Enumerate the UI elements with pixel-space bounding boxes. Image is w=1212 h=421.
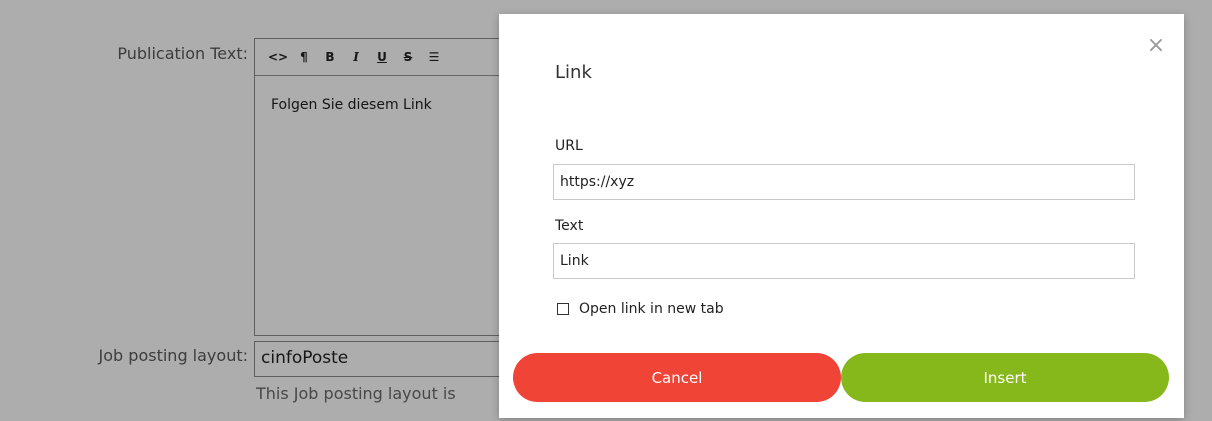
insert-button[interactable]: Insert xyxy=(841,353,1169,402)
new-tab-option[interactable]: Open link in new tab xyxy=(557,301,724,317)
text-label: Text xyxy=(555,218,584,234)
url-label: URL xyxy=(555,138,583,154)
url-input[interactable]: https://xyz xyxy=(553,164,1135,200)
dialog-title: Link xyxy=(555,62,592,83)
cancel-button[interactable]: Cancel xyxy=(513,353,841,402)
text-input[interactable]: Link xyxy=(553,243,1135,279)
new-tab-checkbox[interactable] xyxy=(557,303,569,315)
close-icon[interactable]: × xyxy=(1146,35,1166,57)
link-dialog: × Link URL https://xyz Text Link Open li… xyxy=(499,14,1184,418)
new-tab-label[interactable]: Open link in new tab xyxy=(579,301,724,317)
